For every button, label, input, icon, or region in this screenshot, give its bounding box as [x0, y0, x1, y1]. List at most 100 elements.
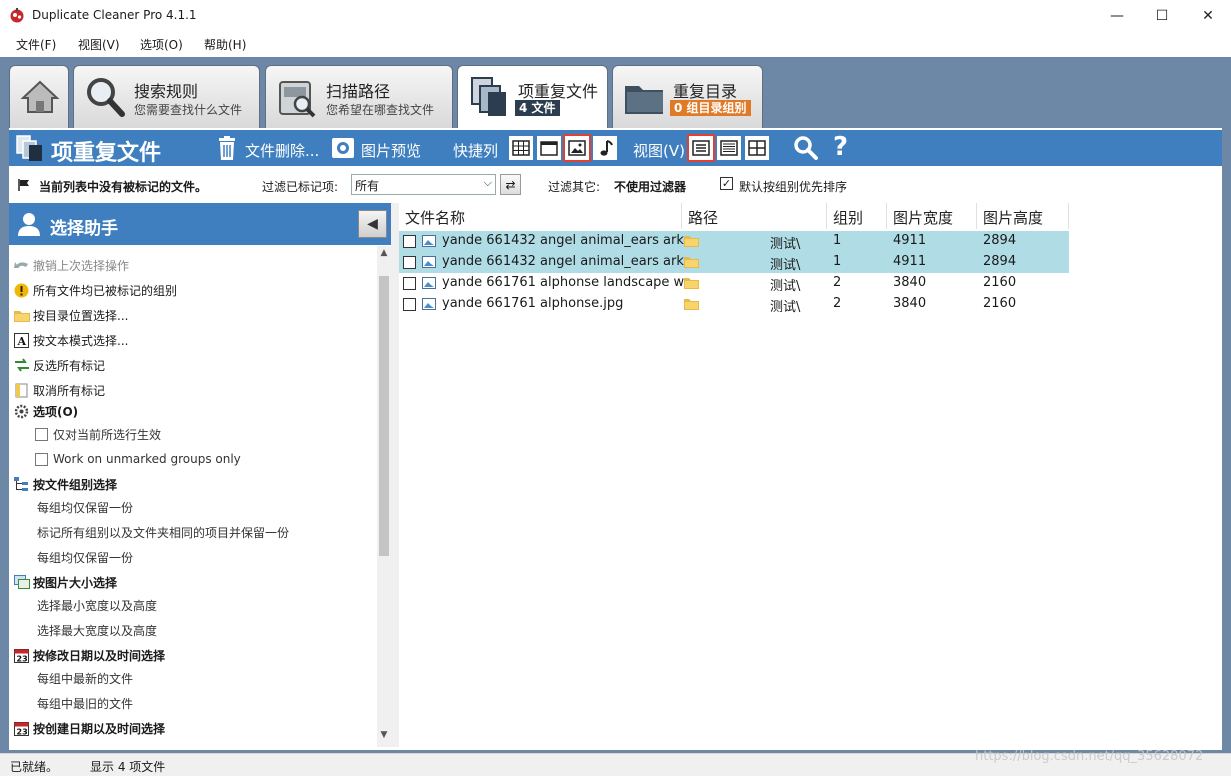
close-button[interactable]: ✕ — [1185, 0, 1231, 32]
newest-per-group-action[interactable]: 每组中最新的文件 — [37, 668, 133, 688]
search-icon[interactable] — [793, 135, 819, 161]
refresh-filter-button[interactable]: ⇄ — [500, 174, 521, 195]
view-menu-label[interactable]: 视图(V) — [633, 140, 685, 161]
maximize-button[interactable]: ☐ — [1139, 0, 1185, 32]
clear-marks-action[interactable]: 取消所有标记 — [13, 380, 105, 400]
select-by-folder-action[interactable]: 按目录位置选择... — [13, 305, 128, 325]
tree-icon — [13, 476, 30, 492]
apply-selected-rows-option[interactable]: 仅对当前所选行生效 — [35, 424, 161, 444]
sort-by-group-label[interactable]: 默认按组别优先排序 — [739, 178, 847, 195]
oldest-per-group-action[interactable]: 每组中最旧的文件 — [37, 693, 133, 713]
checkbox[interactable] — [35, 452, 48, 466]
column-header-path[interactable]: 路径 — [682, 203, 827, 229]
columns-image-button[interactable] — [563, 134, 591, 162]
keep-one-per-group-action[interactable]: 每组均仅保留一份 — [37, 497, 133, 517]
collapse-panel-button[interactable]: ◀ — [358, 210, 387, 238]
invert-marks-action[interactable]: 反选所有标记 — [13, 355, 105, 375]
select-min-size-action[interactable]: 选择最小宽度以及高度 — [37, 595, 157, 615]
image-preview-icon[interactable] — [330, 135, 356, 161]
checkbox[interactable] — [35, 427, 48, 441]
folder-icon — [684, 236, 699, 247]
action-label: 每组均仅保留一份 — [37, 550, 134, 565]
flag-icon — [18, 179, 29, 191]
height-cell: 2160 — [983, 275, 1017, 290]
assistant-header: 选择助手 ◀ — [9, 203, 391, 245]
column-header-group[interactable]: 组别 — [827, 203, 887, 229]
watermark-text: https://blog.csdn.net/qq_35628072 — [975, 749, 1204, 764]
tab-search-rules[interactable]: 搜索规则 您需要查找什么文件 — [73, 65, 260, 128]
image-file-icon — [422, 277, 436, 289]
delete-files-button[interactable]: 文件删除... — [245, 140, 319, 161]
undo-selection-action[interactable]: 撤销上次选择操作 — [13, 255, 129, 275]
sort-by-group-checkbox[interactable]: ✓ — [720, 177, 733, 190]
folder-icon — [13, 307, 30, 323]
column-header-height[interactable]: 图片高度 — [977, 203, 1069, 229]
assistant-scrollbar[interactable]: ▲ ▼ — [377, 246, 391, 747]
magnifier-icon — [87, 78, 125, 117]
scroll-down-arrow[interactable]: ▼ — [377, 730, 391, 744]
image-preview-button[interactable]: 图片预览 — [361, 140, 421, 161]
width-cell: 3840 — [893, 275, 927, 290]
menu-bar: 文件(F) 视图(V) 选项(O) 帮助(H) — [0, 32, 1231, 56]
row-checkbox[interactable] — [403, 277, 416, 290]
group-cell: 1 — [833, 233, 842, 248]
help-icon[interactable]: ? — [833, 132, 848, 162]
select-by-text-action[interactable]: A 按文本模式选择... — [13, 330, 128, 350]
list-view-icon — [692, 140, 710, 156]
table-row[interactable]: yande 661761 alphonse landscape w... 测试\… — [399, 273, 1069, 294]
image-file-icon — [422, 298, 436, 310]
minimize-button[interactable]: — — [1094, 0, 1140, 32]
tab-subtitle: 您希望在哪查找文件 — [326, 103, 435, 117]
scroll-up-arrow[interactable]: ▲ — [377, 248, 391, 262]
column-header-width[interactable]: 图片宽度 — [887, 203, 977, 229]
select-max-size-action[interactable]: 选择最大宽度以及高度 — [37, 620, 157, 640]
tab-scan-paths[interactable]: 扫描路径 您希望在哪查找文件 — [265, 65, 453, 128]
columns-table-button[interactable] — [509, 136, 533, 160]
row-checkbox[interactable] — [403, 235, 416, 248]
detail-view-icon — [720, 140, 738, 156]
action-label: 每组中最旧的文件 — [37, 696, 134, 711]
row-checkbox[interactable] — [403, 256, 416, 269]
option-label: 仅对当前所选行生效 — [53, 427, 162, 442]
filter-other-label: 过滤其它: — [548, 180, 601, 194]
tab-duplicate-folders[interactable]: 重复目录 0 组目录组别 — [612, 65, 763, 128]
menu-help[interactable]: 帮助(H) — [204, 36, 246, 53]
toolbar-title: 项重复文件 — [51, 141, 162, 166]
view-details-button[interactable] — [687, 134, 715, 162]
undo-icon — [13, 257, 30, 273]
scrollbar-thumb[interactable] — [379, 276, 389, 556]
window-title: Duplicate Cleaner Pro 4.1.1 — [32, 8, 197, 22]
view-thumbnails-button[interactable] — [745, 136, 769, 160]
mark-same-folder-keep-one-action[interactable]: 标记所有组别以及文件夹相同的项目并保留一份 — [37, 522, 289, 542]
section-label: 按创建日期以及时间选择 — [33, 721, 166, 736]
menu-view[interactable]: 视图(V) — [78, 36, 120, 53]
menu-options[interactable]: 选项(O) — [140, 36, 183, 53]
action-label: 标记所有组别以及文件夹相同的项目并保留一份 — [37, 525, 290, 540]
filter-other-value[interactable]: 不使用过滤器 — [614, 178, 686, 195]
unmarked-groups-option[interactable]: Work on unmarked groups only — [35, 449, 241, 469]
column-header-name[interactable]: 文件名称 — [399, 203, 682, 229]
columns-music-button[interactable] — [593, 136, 617, 160]
table-row[interactable]: yande 661761 alphonse.jpg 测试\ 2 3840 216… — [399, 294, 1069, 315]
panel-splitter[interactable] — [391, 203, 399, 747]
menu-file[interactable]: 文件(F) — [16, 36, 56, 53]
section-label: 按图片大小选择 — [33, 575, 118, 590]
view-list-button[interactable] — [717, 136, 741, 160]
file-count-badge: 4 文件 — [515, 100, 560, 116]
all-marked-groups-action[interactable]: 所有文件均已被标记的组别 — [13, 280, 177, 300]
calendar-icon: 23 — [13, 720, 30, 736]
folder-icon — [684, 278, 699, 289]
tab-home[interactable] — [9, 65, 69, 128]
trash-icon[interactable] — [214, 135, 240, 161]
filter-marked-select[interactable]: 所有 ⌵ — [351, 174, 496, 195]
keep-one-per-group-action-2[interactable]: 每组均仅保留一份 — [37, 547, 133, 567]
table-row[interactable]: yande 661432 angel animal_ears ark... 测试… — [399, 231, 1069, 252]
columns-window-button[interactable] — [537, 136, 561, 160]
row-checkbox[interactable] — [403, 298, 416, 311]
group-cell: 1 — [833, 254, 842, 269]
tab-duplicate-files[interactable]: 项重复文件 4 文件 — [457, 65, 608, 130]
filter-marked-value: 所有 — [355, 179, 380, 193]
table-row[interactable]: yande 661432 angel animal_ears ark... 测试… — [399, 252, 1069, 273]
image-size-icon — [13, 574, 30, 590]
action-label: 选择最大宽度以及高度 — [37, 623, 158, 638]
